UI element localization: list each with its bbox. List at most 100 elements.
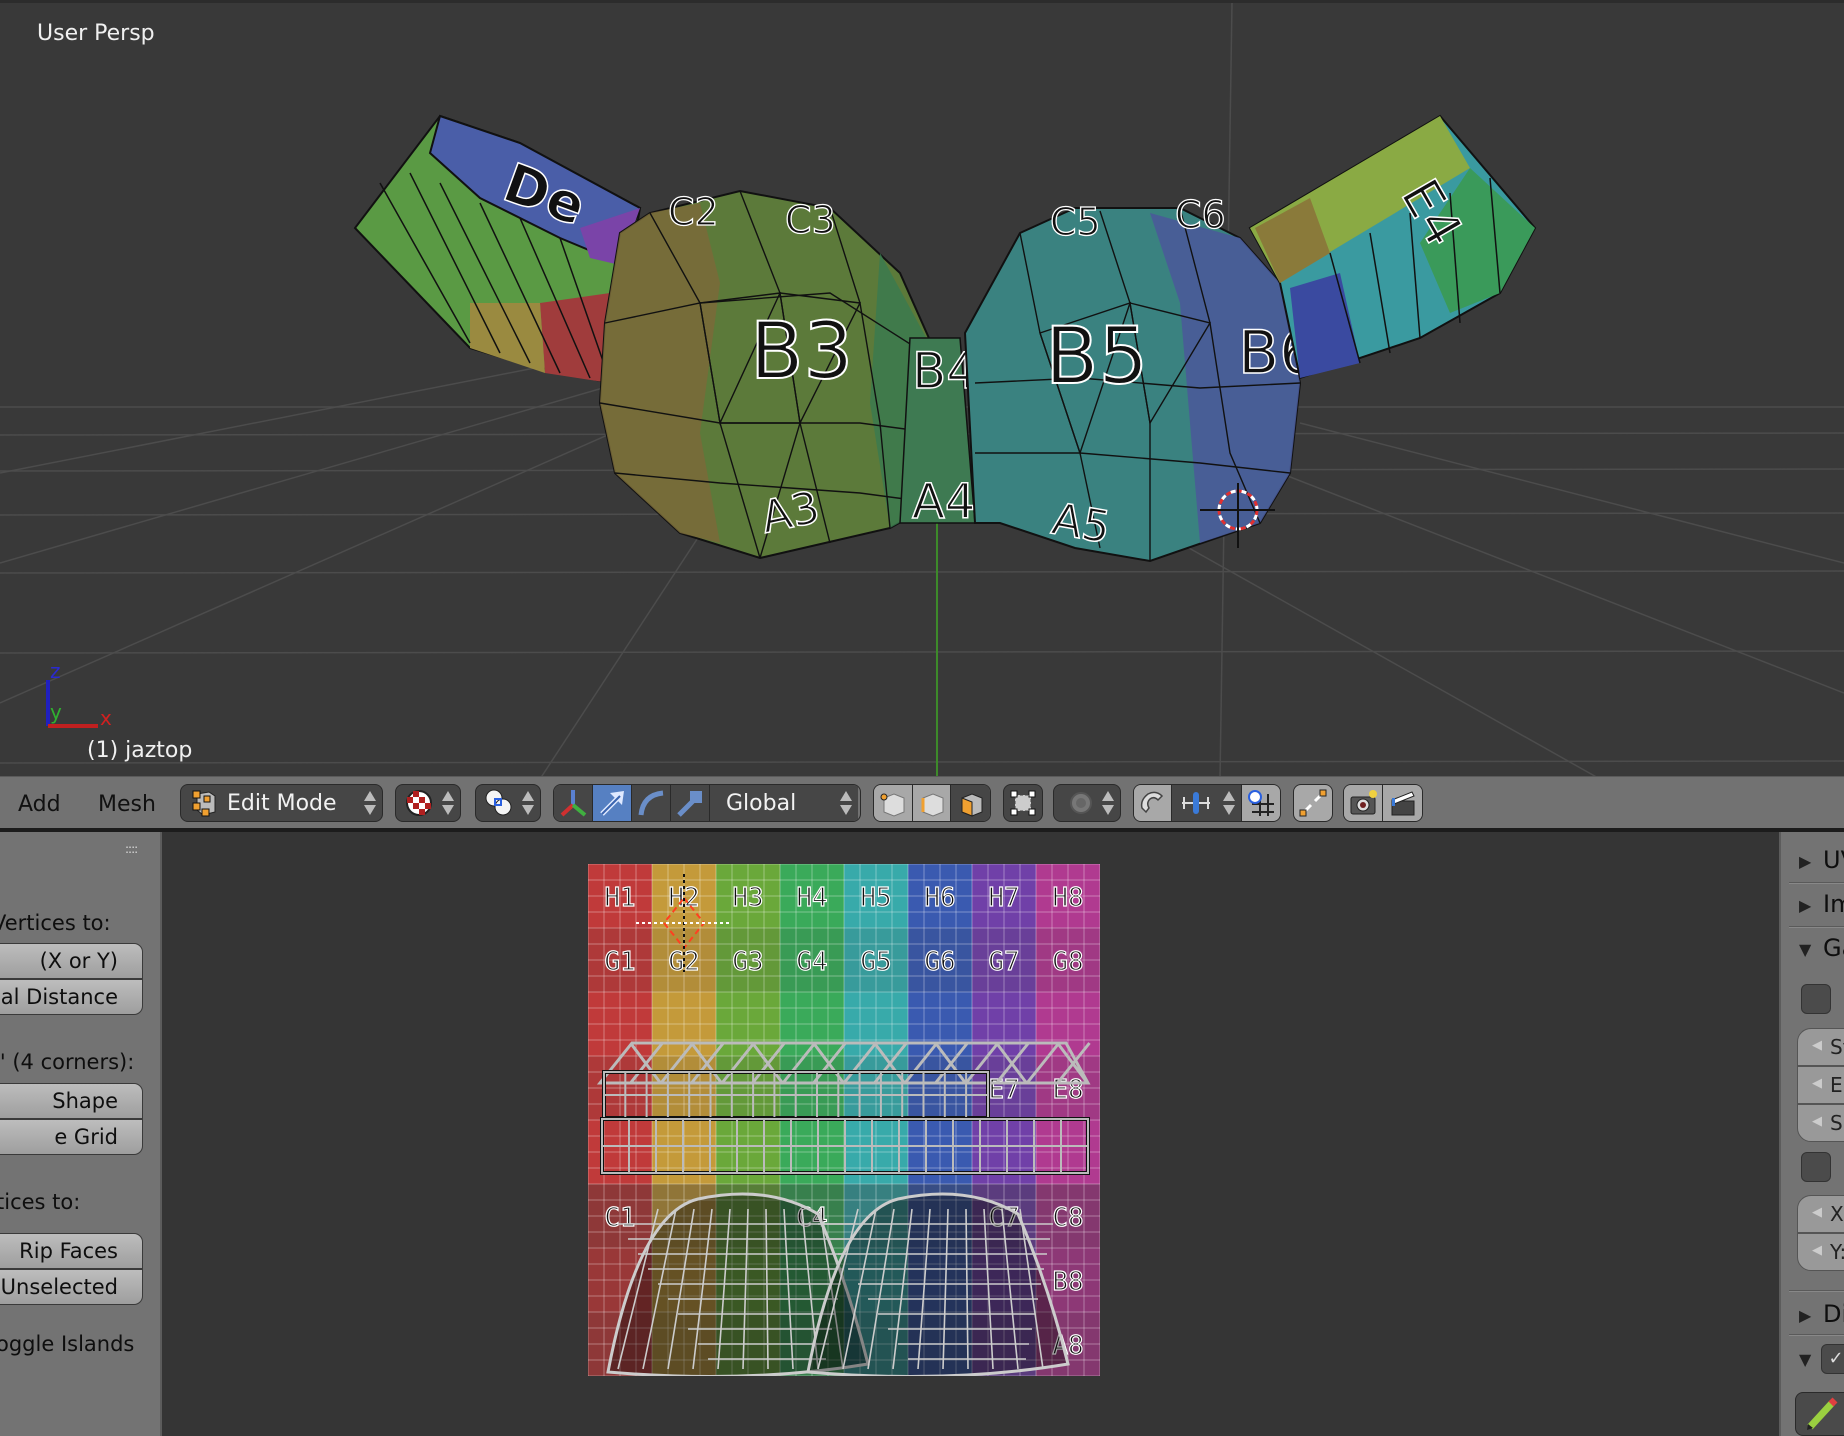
menu-add[interactable]: Add bbox=[18, 792, 61, 817]
viewport-header: Add Mesh Edit Mode Global bbox=[0, 776, 1844, 832]
model-label: A5 bbox=[1048, 494, 1114, 554]
render-animation-button[interactable] bbox=[1383, 785, 1422, 821]
collapsed-triangle-icon: ▶ bbox=[1799, 852, 1812, 871]
panel-header-label: UV bbox=[1823, 846, 1844, 874]
pivot-point-icon bbox=[485, 789, 512, 816]
field-label: X bbox=[1830, 1202, 1844, 1226]
panel-header-image[interactable]: ▶ Im bbox=[1781, 884, 1844, 926]
snap-magnet-icon bbox=[1140, 791, 1163, 814]
model-label: B5 bbox=[1045, 312, 1148, 402]
number-field[interactable]: ◀ Y: bbox=[1797, 1233, 1844, 1271]
checkbox[interactable] bbox=[1801, 1152, 1831, 1182]
collapsed-triangle-icon: ▶ bbox=[1799, 896, 1812, 915]
rotate-toggle[interactable] bbox=[632, 785, 671, 821]
snap-element-dropdown[interactable] bbox=[1172, 785, 1242, 821]
updown-arrows-icon bbox=[522, 789, 534, 817]
uv-cell-label: H1 bbox=[604, 883, 635, 913]
number-field[interactable]: ◀ St bbox=[1797, 1028, 1844, 1066]
uv-cell-label: G2 bbox=[668, 947, 699, 977]
align-vertices-button[interactable]: (X or Y) bbox=[0, 943, 143, 979]
3d-viewport[interactable]: De B3 C2 C3 A3 B4 A4 B5 C5 C6 A5 B6 E4 z… bbox=[0, 0, 1844, 776]
model-label: C5 bbox=[1050, 200, 1101, 244]
uv-cell-label: E7 bbox=[988, 1075, 1019, 1105]
checkbox[interactable] bbox=[1801, 984, 1831, 1014]
grid-button[interactable]: e Grid bbox=[0, 1119, 143, 1155]
rip-faces-button[interactable]: Rip Faces bbox=[0, 1233, 143, 1269]
uv-cell-label: G4 bbox=[796, 947, 827, 977]
limit-selection-toggle[interactable] bbox=[1003, 784, 1043, 822]
panel-header-display[interactable]: ▶ Di bbox=[1781, 1294, 1844, 1336]
pivot-point-dropdown[interactable] bbox=[475, 784, 541, 822]
panel-header-toggle[interactable]: ▼ ✓ bbox=[1781, 1338, 1844, 1380]
pencil-icon bbox=[1807, 1397, 1838, 1430]
toggle-islands-label[interactable]: oggle Islands bbox=[0, 1332, 134, 1356]
view-perspective-label: User Persp bbox=[37, 21, 155, 46]
manipulator-toggle[interactable] bbox=[554, 785, 593, 821]
model-label: C6 bbox=[1175, 193, 1226, 237]
snap-toggle[interactable] bbox=[1134, 785, 1173, 821]
translate-toggle[interactable] bbox=[593, 785, 632, 821]
select-mode-group bbox=[873, 784, 991, 822]
vertex-select-toggle[interactable] bbox=[874, 785, 913, 821]
axis-gizmo: z y x bbox=[46, 659, 112, 730]
unselected-button[interactable]: Unselected bbox=[0, 1269, 143, 1305]
snap-target-icon bbox=[1247, 790, 1274, 816]
edge-select-toggle[interactable] bbox=[912, 785, 952, 821]
uv-cell-label: B8 bbox=[1052, 1267, 1083, 1297]
menu-mesh[interactable]: Mesh bbox=[98, 792, 156, 817]
panel-header-uv[interactable]: ▶ UV bbox=[1781, 840, 1844, 882]
number-field[interactable]: ◀ Er bbox=[1797, 1066, 1844, 1104]
snap-target-toggle[interactable] bbox=[1241, 785, 1280, 821]
auto-merge-toggle[interactable] bbox=[1293, 784, 1333, 822]
face-select-icon bbox=[961, 793, 983, 817]
uv-cell-label: H7 bbox=[988, 883, 1019, 913]
properties-panel: ▶ UV ▶ Im ▼ Ga ◀St ◀Er ◀Sp ◀X ◀Y: ▶ Di ▼… bbox=[1779, 832, 1844, 1436]
camera-render-icon bbox=[1350, 790, 1377, 815]
viewport-scene: De B3 C2 C3 A3 B4 A4 B5 C5 C6 A5 B6 E4 z… bbox=[0, 3, 1844, 776]
left-arrow-icon: ◀ bbox=[1812, 1243, 1822, 1258]
panel-grip-handle[interactable]: :::: bbox=[125, 842, 138, 856]
model-right-strap: E4 bbox=[1248, 114, 1537, 380]
uv-cell-label: H4 bbox=[796, 883, 827, 913]
proportional-editing-dropdown[interactable] bbox=[1053, 784, 1121, 822]
edit-mode-cube-icon bbox=[192, 790, 216, 817]
panel-header-label: Di bbox=[1823, 1300, 1844, 1328]
uv-texture-image[interactable]: H1H2H3H4H5H6H7H8G1G2G3G4G5G6G7G8E7E8C1C4… bbox=[588, 864, 1100, 1376]
divider bbox=[1789, 1290, 1844, 1292]
field-label: Er bbox=[1830, 1073, 1844, 1097]
mode-dropdown[interactable]: Edit Mode bbox=[180, 784, 383, 822]
section-label: Vertices to: bbox=[0, 911, 111, 935]
panel-header-label: Im bbox=[1823, 890, 1844, 918]
scale-toggle[interactable] bbox=[671, 785, 710, 821]
panel-enable-checkbox[interactable]: ✓ bbox=[1821, 1344, 1844, 1374]
number-field[interactable]: ◀ X bbox=[1797, 1195, 1844, 1233]
updown-arrows-icon bbox=[1222, 789, 1235, 817]
rotate-arc-icon bbox=[638, 790, 664, 816]
auto-merge-icon bbox=[1299, 789, 1327, 817]
face-select-toggle[interactable] bbox=[951, 785, 990, 821]
updown-arrows-icon bbox=[840, 789, 852, 817]
uv-cell-label: C1 bbox=[604, 1203, 635, 1233]
number-field[interactable]: ◀ Sp bbox=[1797, 1104, 1844, 1142]
collapsed-triangle-icon: ▶ bbox=[1799, 1306, 1812, 1325]
scale-icon bbox=[677, 791, 702, 817]
render-group bbox=[1343, 784, 1423, 822]
limit-selection-icon bbox=[1010, 790, 1036, 816]
render-still-button[interactable] bbox=[1344, 785, 1383, 821]
shape-button[interactable]: Shape bbox=[0, 1083, 143, 1119]
equalize-distance-button[interactable]: al Distance bbox=[0, 979, 143, 1015]
panel-header-grease-pencil[interactable]: ▼ Ga bbox=[1781, 928, 1844, 970]
uv-grid-canvas: H1H2H3H4H5H6H7H8G1G2G3G4G5G6G7G8E7E8C1C4… bbox=[588, 864, 1100, 1376]
divider bbox=[1789, 1334, 1844, 1336]
uv-cell-label: G8 bbox=[1052, 947, 1083, 977]
manipulator-group: Global bbox=[553, 784, 861, 822]
translate-arrow-icon bbox=[600, 791, 624, 816]
tool-dropdown[interactable] bbox=[1795, 1392, 1844, 1436]
proportional-editing-icon bbox=[1070, 792, 1092, 814]
orientation-dropdown[interactable]: Global bbox=[710, 785, 858, 821]
edge-select-icon bbox=[921, 793, 943, 817]
viewport-shading-dropdown[interactable] bbox=[395, 784, 461, 822]
section-label: " (4 corners): bbox=[0, 1050, 135, 1074]
active-object-label: (1) jaztop bbox=[87, 738, 193, 763]
uv-cell-label: G6 bbox=[924, 947, 955, 977]
